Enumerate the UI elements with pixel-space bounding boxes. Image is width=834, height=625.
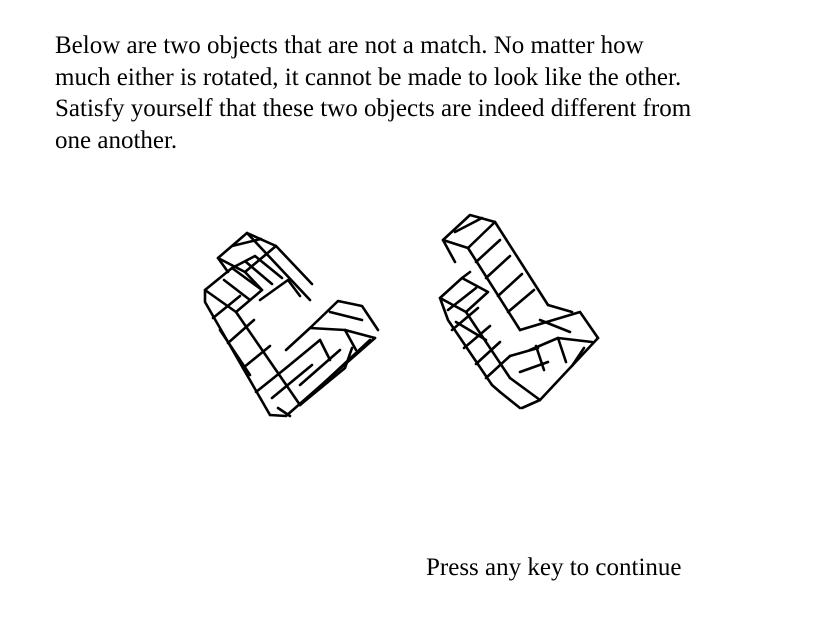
stimulus-figures — [203, 213, 600, 418]
right-cube-figure — [438, 213, 600, 410]
left-cube-figure — [203, 231, 380, 418]
continue-prompt: Press any key to continue — [426, 554, 682, 581]
